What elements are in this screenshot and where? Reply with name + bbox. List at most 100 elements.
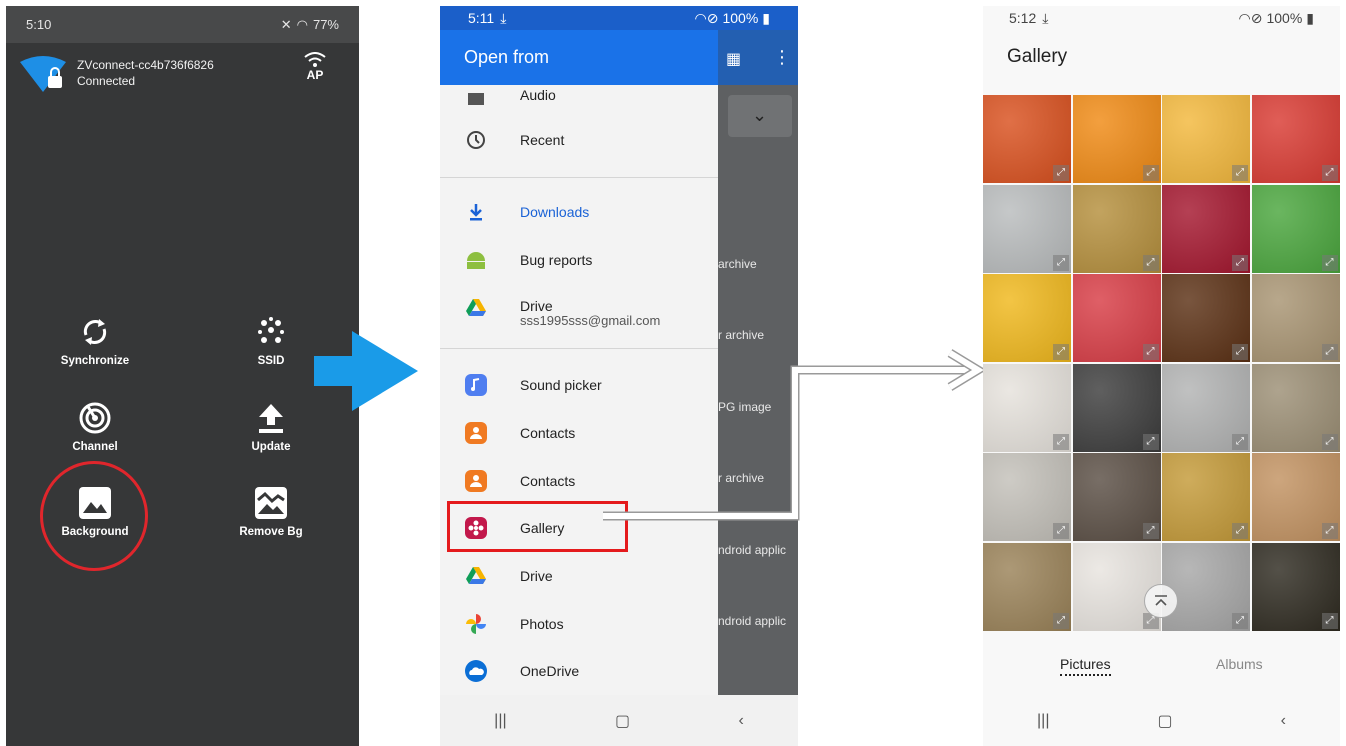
drawer-item-contacts[interactable]: Contacts <box>440 461 718 501</box>
expand-icon[interactable]: ⤢ <box>1321 344 1338 360</box>
gallery-thumbnail[interactable]: ⤢ <box>1251 184 1340 273</box>
gallery-thumbnail[interactable]: ⤢ <box>1162 274 1250 362</box>
drawer-item-label: Photos <box>520 616 564 632</box>
gallery-thumbnail[interactable]: ⤢ <box>983 363 1071 452</box>
ssid-label: SSID <box>257 355 285 367</box>
battery-icon: ▮ <box>762 9 770 26</box>
remove-bg-button[interactable]: Remove Bg <box>206 486 336 538</box>
drawer-item-sound-picker[interactable]: Sound picker <box>440 365 718 405</box>
tab-albums[interactable]: Albums <box>1216 656 1263 672</box>
expand-icon[interactable]: ⤢ <box>1053 433 1069 450</box>
mute-icon: ✕ <box>280 16 292 32</box>
expand-icon[interactable]: ⤢ <box>1321 433 1338 450</box>
expand-icon[interactable]: ⤢ <box>1053 344 1069 360</box>
gallery-thumbnail[interactable]: ⤢ <box>1162 95 1250 183</box>
drawer-item-onedrive[interactable]: OneDrive <box>440 651 718 691</box>
recents-nav-icon[interactable]: ||| <box>1037 712 1049 730</box>
gallery-thumbnail[interactable]: ⤢ <box>1251 363 1340 452</box>
android-icon <box>465 249 487 271</box>
expand-icon[interactable]: ⤢ <box>1321 165 1338 181</box>
clock-icon <box>465 129 487 151</box>
gallery-thumbnail[interactable]: ⤢ <box>1072 274 1161 362</box>
gallery-thumbnail[interactable]: ⤢ <box>1251 95 1340 183</box>
nav-bar: ||| ▢ ‹ <box>440 695 798 746</box>
gallery-thumbnail[interactable]: ⤢ <box>1072 453 1161 541</box>
file-picker-screen: 5:11 ⤓ ◠⊘ 100% ▮ ▦ ⋮ ⌄ archive r archive… <box>440 6 798 746</box>
wifi-icon <box>304 52 326 67</box>
behind-text: PG image <box>718 400 772 414</box>
gallery-thumbnail[interactable]: ⤢ <box>983 274 1071 362</box>
expand-icon[interactable]: ⤢ <box>1232 165 1248 181</box>
expand-icon[interactable]: ⤢ <box>1232 433 1248 450</box>
gallery-thumbnail[interactable]: ⤢ <box>1251 542 1340 631</box>
grid-view-icon[interactable]: ▦ <box>726 49 741 69</box>
drawer-item-photos[interactable]: Photos <box>440 604 718 644</box>
sort-dropdown-behind: ⌄ <box>728 95 792 137</box>
gallery-thumbnail[interactable]: ⤢ <box>1072 363 1161 452</box>
gallery-thumbnail[interactable]: ⤢ <box>983 453 1071 541</box>
synchronize-label: Synchronize <box>60 355 130 367</box>
gallery-thumbnail[interactable]: ⤢ <box>983 542 1071 631</box>
behind-text: ndroid applic <box>718 543 787 557</box>
gallery-thumbnail[interactable]: ⤢ <box>1162 542 1250 631</box>
expand-icon[interactable]: ⤢ <box>1142 344 1159 360</box>
expand-icon[interactable]: ⤢ <box>1053 165 1069 181</box>
expand-icon[interactable]: ⤢ <box>1321 612 1338 629</box>
drawer-item-bug-reports[interactable]: Bug reports <box>440 240 718 280</box>
drawer-item-audio[interactable]: Audio <box>440 85 718 115</box>
expand-icon[interactable]: ⤢ <box>1142 165 1159 181</box>
expand-icon[interactable]: ⤢ <box>1053 254 1069 271</box>
drawer-item-downloads[interactable]: Downloads <box>440 192 718 232</box>
expand-icon[interactable]: ⤢ <box>1232 612 1248 629</box>
expand-icon[interactable]: ⤢ <box>1053 523 1069 539</box>
status-bar: 5:12 ⤓ ◠⊘ 100% ▮ <box>983 6 1340 30</box>
highlight-box <box>447 501 628 552</box>
gallery-thumbnail[interactable]: ⤢ <box>1251 274 1340 362</box>
audio-icon <box>465 85 487 106</box>
expand-icon[interactable]: ⤢ <box>1142 523 1159 539</box>
expand-icon[interactable]: ⤢ <box>1232 344 1248 360</box>
drawer-item-recent[interactable]: Recent <box>440 120 718 160</box>
more-options-icon[interactable]: ⋮ <box>773 47 791 68</box>
synchronize-button[interactable]: Synchronize <box>30 315 160 367</box>
gallery-thumbnail[interactable]: ⤢ <box>1162 363 1250 452</box>
back-nav-icon[interactable]: ‹ <box>1281 712 1286 730</box>
gallery-thumbnail[interactable]: ⤢ <box>1162 453 1250 541</box>
status-bar: 5:10 ✕ ◠ 77% <box>6 6 359 43</box>
expand-icon[interactable]: ⤢ <box>1232 523 1248 539</box>
contacts-icon <box>465 470 487 492</box>
expand-icon[interactable]: ⤢ <box>1142 254 1159 271</box>
gallery-thumbnail[interactable]: ⤢ <box>983 95 1071 183</box>
gallery-thumbnail[interactable]: ⤢ <box>1072 542 1161 631</box>
expand-icon[interactable]: ⤢ <box>1053 612 1069 629</box>
back-nav-icon[interactable]: ‹ <box>738 712 743 730</box>
channel-icon <box>79 402 111 434</box>
home-nav-icon[interactable]: ▢ <box>1157 711 1172 731</box>
status-bar: 5:11 ⤓ ◠⊘ 100% ▮ <box>440 6 798 30</box>
drawer-item-label: Drive <box>520 568 553 584</box>
battery-icon: ▮ <box>1306 9 1314 26</box>
channel-button[interactable]: Channel <box>30 401 160 453</box>
ap-mode-button[interactable]: AP <box>301 52 329 82</box>
drawer-item-contacts[interactable]: Contacts <box>440 413 718 453</box>
navigation-drawer: Audio Recent Downloads Bug reports Drive… <box>440 85 718 695</box>
gallery-thumbnail[interactable]: ⤢ <box>1072 95 1161 183</box>
gallery-thumbnail[interactable]: ⤢ <box>1072 184 1161 273</box>
expand-icon[interactable]: ⤢ <box>1321 254 1338 271</box>
gallery-thumbnail[interactable]: ⤢ <box>1162 184 1250 273</box>
gallery-thumbnail[interactable]: ⤢ <box>983 184 1071 273</box>
tab-pictures[interactable]: Pictures <box>1060 656 1111 676</box>
drawer-scrim[interactable]: ⌄ archive r archive PG image r archive n… <box>718 85 798 695</box>
drawer-item-drive[interactable]: Drive <box>440 556 718 596</box>
drawer-title: Open from <box>440 30 718 85</box>
home-nav-icon[interactable]: ▢ <box>615 711 630 731</box>
expand-icon[interactable]: ⤢ <box>1142 433 1159 450</box>
recents-nav-icon[interactable]: ||| <box>494 712 506 730</box>
expand-icon[interactable]: ⤢ <box>1232 254 1248 271</box>
gallery-thumbnail[interactable]: ⤢ <box>1251 453 1340 541</box>
scroll-to-top-button[interactable] <box>1144 584 1178 618</box>
gallery-screen: 5:12 ⤓ ◠⊘ 100% ▮ Gallery ⤢ ⤢ ⤢ ⤢ ⤢ ⤢ ⤢ ⤢ ⤢ ⤢ ⤢ ⤢ ⤢ ⤢ ⤢… <box>983 6 1340 746</box>
music-icon <box>465 374 487 396</box>
divider <box>440 348 718 349</box>
expand-icon[interactable]: ⤢ <box>1321 523 1338 539</box>
